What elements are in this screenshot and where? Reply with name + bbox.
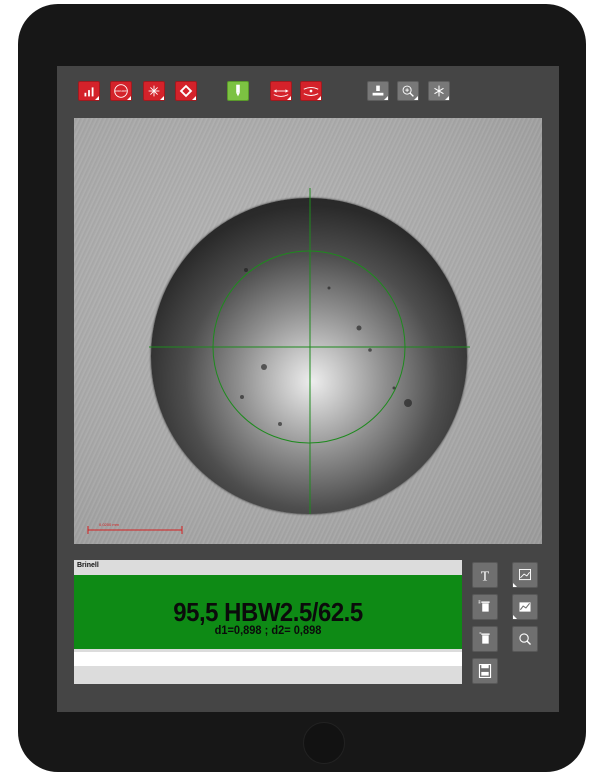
svg-text:T: T [481,569,490,584]
save-icon[interactable] [472,658,498,684]
measurement-overlay [87,188,470,534]
indenter-icon[interactable] [227,81,249,101]
light-burst-icon[interactable] [143,81,165,101]
measure-horizontal-icon[interactable] [270,81,292,101]
scale-bar-label: 0,0200 mm [99,522,120,527]
app-screen: 400/100% 0,0200 mm Brinell 95,5 HBW2.5/6… [57,66,559,712]
zoom-percent-icon[interactable]: 400/100% [110,81,132,101]
chart-icon[interactable] [512,594,538,620]
zoom-in-icon[interactable] [397,81,419,101]
levels-icon[interactable] [78,81,100,101]
result-comment-bar [74,652,462,666]
zoom-percent-label: 400/100% [115,89,128,93]
method-title: Brinell [77,562,99,569]
result-panel: Brinell 95,5 HBW2.5/62.5 d1=0,898 ; d2= … [74,560,462,684]
measure-auto-icon[interactable] [300,81,322,101]
move-icon[interactable] [175,81,197,101]
diagonal-values: d1=0,898 ; d2= 0,898 [214,623,322,637]
home-button[interactable] [303,722,345,764]
delete-one-icon[interactable] [472,626,498,652]
microscope-image[interactable]: 0,0200 mm [74,118,542,544]
text-icon[interactable]: T [472,562,498,588]
delete-icon[interactable] [472,594,498,620]
search-icon[interactable] [512,626,538,652]
scale-bar [87,526,183,534]
stage-icon[interactable] [367,81,389,101]
result-status-area: 95,5 HBW2.5/62.5 d1=0,898 ; d2= 0,898 [74,575,462,649]
image-icon[interactable] [512,562,538,588]
snowflake-icon[interactable] [428,81,450,101]
